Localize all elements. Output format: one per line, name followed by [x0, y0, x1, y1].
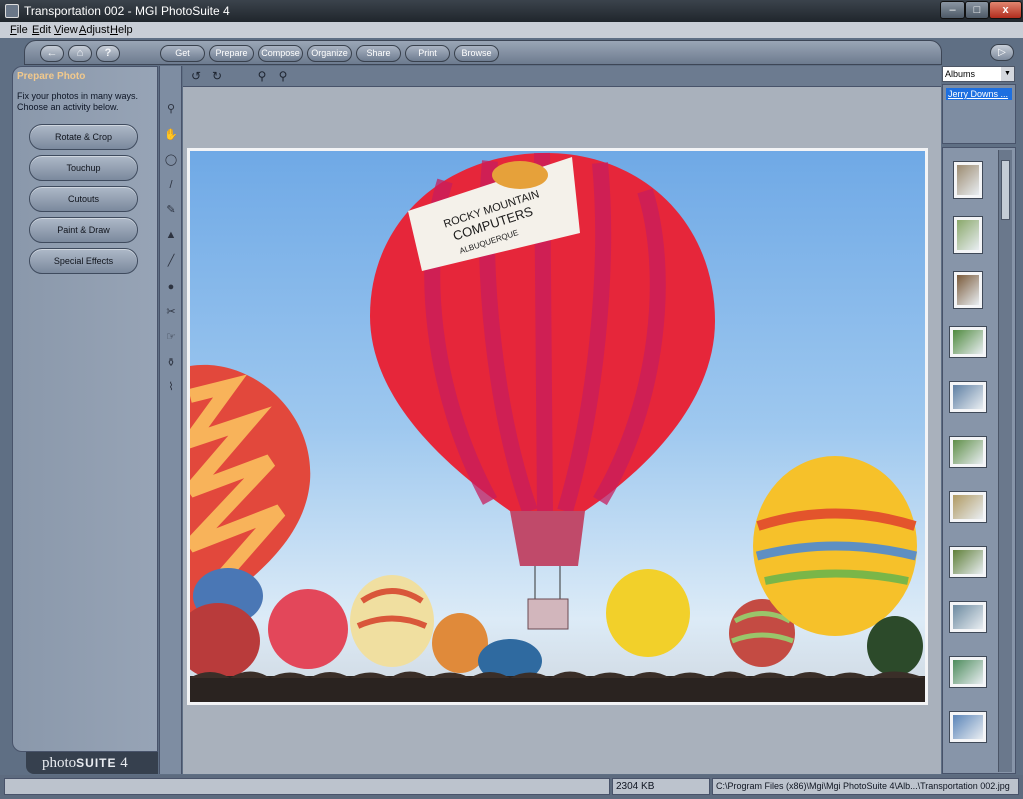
- app-window: Transportation 002 - MGI PhotoSuite 4 – …: [0, 0, 1023, 799]
- thumbnail-6[interactable]: [949, 436, 987, 468]
- tool-palette: ⚲ ✋ ◯ / ✎ ▲ ╱ ● ✂ ☞ ⚱ ⌇: [159, 66, 182, 774]
- balloon-photo: ROCKY MOUNTAIN COMPUTERS ALBUQUERQUE: [190, 152, 925, 702]
- album-list: Jerry Downs ...: [942, 84, 1016, 144]
- logo-version: 4: [120, 755, 128, 771]
- menu-view[interactable]: View: [54, 24, 78, 36]
- minimize-button[interactable]: –: [940, 1, 965, 19]
- nav-compose-button[interactable]: Compose: [258, 45, 303, 62]
- thumbnail-2[interactable]: [953, 216, 983, 254]
- nav-get-button[interactable]: Get: [160, 45, 205, 62]
- thumbnail-image: [953, 660, 983, 684]
- main-toolbar: ← ⌂ ? Get Prepare Compose Organize Share…: [24, 40, 942, 65]
- thumbnail-image: [953, 495, 983, 519]
- cutouts-button[interactable]: Cutouts: [29, 186, 138, 212]
- lasso-icon[interactable]: ◯: [164, 153, 178, 167]
- scrollbar-thumb[interactable]: [1001, 160, 1010, 220]
- close-button[interactable]: x: [989, 1, 1022, 19]
- thumbnail-image: [953, 440, 983, 464]
- thumbnail-image: [957, 165, 979, 195]
- logo-suite: SUITE: [76, 756, 117, 770]
- help-icon[interactable]: ?: [96, 45, 120, 62]
- app-icon[interactable]: [5, 4, 19, 18]
- ellipse-icon[interactable]: ●: [164, 280, 178, 294]
- dark-balloon: [867, 616, 923, 676]
- nav-browse-button[interactable]: Browse: [454, 45, 499, 62]
- logo-photo: photo: [42, 755, 77, 771]
- eraser-icon[interactable]: ⌇: [164, 380, 178, 394]
- gondola-basket: [527, 598, 569, 630]
- prepare-photo-panel: Prepare Photo Fix your photos in many wa…: [12, 66, 158, 752]
- file-size: 2304 KB: [612, 778, 710, 795]
- panel-title: Prepare Photo: [17, 71, 86, 82]
- menu-bar: File Edit View Adjust Help: [0, 22, 1023, 38]
- touchup-button[interactable]: Touchup: [29, 155, 138, 181]
- photosuite-logo: photoSUITE 4: [26, 752, 158, 774]
- thumbnail-7[interactable]: [949, 491, 987, 523]
- thumbnail-image: [957, 275, 979, 305]
- rotate-left-icon[interactable]: ↺: [188, 68, 204, 84]
- menu-file[interactable]: File: [10, 24, 28, 36]
- canvas-toolbar: ↺ ↻ ⚲ ⚲: [183, 66, 941, 87]
- album-dropdown[interactable]: Albums ▼: [942, 66, 1015, 82]
- zoom-in-icon[interactable]: ⚲: [254, 68, 270, 84]
- thumbnail-9[interactable]: [949, 601, 987, 633]
- pink-balloon: [268, 589, 348, 669]
- line-icon[interactable]: ╱: [164, 254, 178, 268]
- main-balloon-skirt: [510, 511, 585, 566]
- smudge-icon[interactable]: ☞: [164, 330, 178, 344]
- title-bar: Transportation 002 - MGI PhotoSuite 4 – …: [0, 0, 1023, 22]
- album-link[interactable]: Jerry Downs ...: [946, 88, 1012, 100]
- thumbnail-1[interactable]: [953, 161, 983, 199]
- crowd: [190, 676, 925, 702]
- thumbnail-image: [953, 605, 983, 629]
- pan-hand-icon[interactable]: ✋: [164, 128, 178, 142]
- forward-icon[interactable]: ▷: [990, 44, 1014, 61]
- panel-description-2: Choose an activity below.: [17, 102, 119, 112]
- thumbnail-4[interactable]: [949, 326, 987, 358]
- thumbnail-8[interactable]: [949, 546, 987, 578]
- chevron-down-icon[interactable]: ▼: [1001, 67, 1014, 81]
- rotate-right-icon[interactable]: ↻: [209, 68, 225, 84]
- thumbnail-scrollbar[interactable]: [998, 150, 1012, 772]
- menu-adjust[interactable]: Adjust: [79, 24, 110, 36]
- zoom-tool-icon[interactable]: ⚲: [164, 102, 178, 116]
- back-icon[interactable]: ←: [40, 45, 64, 62]
- photo-canvas[interactable]: ROCKY MOUNTAIN COMPUTERS ALBUQUERQUE: [187, 148, 928, 705]
- rotate-crop-button[interactable]: Rotate & Crop: [29, 124, 138, 150]
- crowd-heads: [190, 671, 925, 678]
- nav-prepare-button[interactable]: Prepare: [209, 45, 254, 62]
- panel-description-1: Fix your photos in many ways.: [17, 91, 139, 101]
- yellow-balloon: [606, 569, 690, 657]
- thumbnail-5[interactable]: [949, 381, 987, 413]
- thumbnail-image: [953, 550, 983, 574]
- special-effects-button[interactable]: Special Effects: [29, 248, 138, 274]
- zoom-out-icon[interactable]: ⚲: [275, 68, 291, 84]
- thumbnail-image: [953, 385, 983, 409]
- home-icon[interactable]: ⌂: [68, 45, 92, 62]
- scissors-icon[interactable]: ✂: [164, 305, 178, 319]
- brush-icon[interactable]: /: [164, 178, 178, 192]
- pencil-icon[interactable]: ✎: [164, 203, 178, 217]
- nav-organize-button[interactable]: Organize: [307, 45, 352, 62]
- menu-help[interactable]: Help: [110, 24, 133, 36]
- paint-draw-button[interactable]: Paint & Draw: [29, 217, 138, 243]
- thumbnail-10[interactable]: [949, 656, 987, 688]
- menu-edit[interactable]: Edit: [32, 24, 51, 36]
- nav-share-button[interactable]: Share: [356, 45, 401, 62]
- album-dropdown-value: Albums: [945, 69, 976, 79]
- window-title: Transportation 002 - MGI PhotoSuite 4: [24, 4, 230, 18]
- apple-logo: [492, 161, 548, 189]
- dropper-icon[interactable]: ⚱: [164, 356, 178, 370]
- status-message: [4, 778, 610, 795]
- thumbnail-image: [953, 715, 983, 739]
- thumbnail-3[interactable]: [953, 271, 983, 309]
- nav-print-button[interactable]: Print: [405, 45, 450, 62]
- thumbnail-image: [957, 220, 979, 250]
- status-bar: 2304 KB C:\Program Files (x86)\Mgi\Mgi P…: [0, 775, 1023, 799]
- thumbnail-image: [953, 330, 983, 354]
- maximize-button[interactable]: □: [965, 1, 989, 19]
- file-path: C:\Program Files (x86)\Mgi\Mgi PhotoSuit…: [712, 778, 1019, 795]
- thumbnail-11[interactable]: [949, 711, 987, 743]
- stamp-icon[interactable]: ▲: [164, 228, 178, 242]
